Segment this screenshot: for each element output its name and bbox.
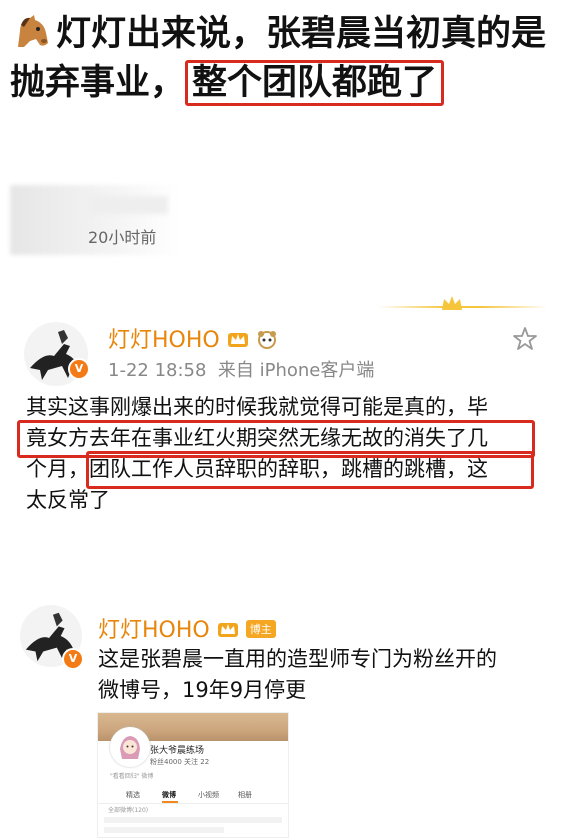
vip-crown-icon [227, 329, 249, 349]
favorite-star-icon[interactable] [512, 326, 538, 352]
embedded-profile-screenshot[interactable]: 张大爷晨练场 粉丝4000 关注 22 "看看回归" 微博 精选 微博 小视频 … [97, 712, 289, 838]
post-source: 来自 iPhone客户端 [217, 360, 375, 381]
profile-note: "看看回归" 微博 [110, 773, 154, 780]
tab-weibo[interactable]: 微博 [162, 790, 176, 800]
profile-stats: 粉丝4000 关注 22 [150, 758, 210, 766]
username-label: 灯灯HOHO [98, 618, 210, 643]
highlight-box-2 [86, 451, 534, 489]
post-time-ago: 20小时前 [88, 228, 157, 247]
post-date: 1-22 18:58 [108, 360, 207, 381]
all-posts-label: 全部微博(120) [108, 807, 149, 814]
tab-videos[interactable]: 小视频 [198, 790, 219, 800]
verified-badge-icon: V [62, 648, 84, 670]
verified-badge-icon: V [68, 358, 90, 380]
post1-line-1: 其实这事刚爆出来的时候我就觉得可能是真的，毕 [26, 395, 488, 419]
post1-username[interactable]: 灯灯HOHO [108, 322, 278, 354]
horse-face-icon [10, 13, 52, 51]
post2-line-2: 微博号，19年9月停更 [98, 678, 307, 702]
username-label: 灯灯HOHO [108, 328, 220, 353]
headline-highlight: 整个团队都跑了 [185, 60, 445, 106]
tab-featured[interactable]: 精选 [126, 790, 140, 800]
post2-line-1: 这是张碧晨一直用的造型师专门为粉丝开的 [98, 647, 497, 671]
blurred-username [88, 196, 168, 214]
crown-decoration-icon [442, 296, 462, 310]
headline: 灯灯出来说，张碧晨当初真的是抛弃事业， 整个团队都跑了 [10, 10, 558, 108]
list-item [104, 827, 224, 833]
post2-username[interactable]: 灯灯HOHO 博主 [98, 612, 276, 644]
avatar [110, 727, 150, 767]
active-tab-underline [162, 801, 178, 803]
post1-meta: 1-22 18:58 来自 iPhone客户端 [108, 356, 374, 382]
vip-crown-icon [217, 619, 239, 639]
post1-line-4: 太反常了 [26, 488, 110, 512]
post1-line-3a: 个月， [26, 457, 89, 481]
blogger-tag: 博主 [245, 620, 276, 638]
profile-name: 张大爷晨练场 [150, 746, 205, 756]
tab-albums[interactable]: 相册 [238, 790, 252, 800]
list-item [104, 817, 282, 823]
profile-tabs: 精选 微博 小视频 相册 [98, 787, 288, 804]
panda-emblem-icon [256, 329, 278, 349]
